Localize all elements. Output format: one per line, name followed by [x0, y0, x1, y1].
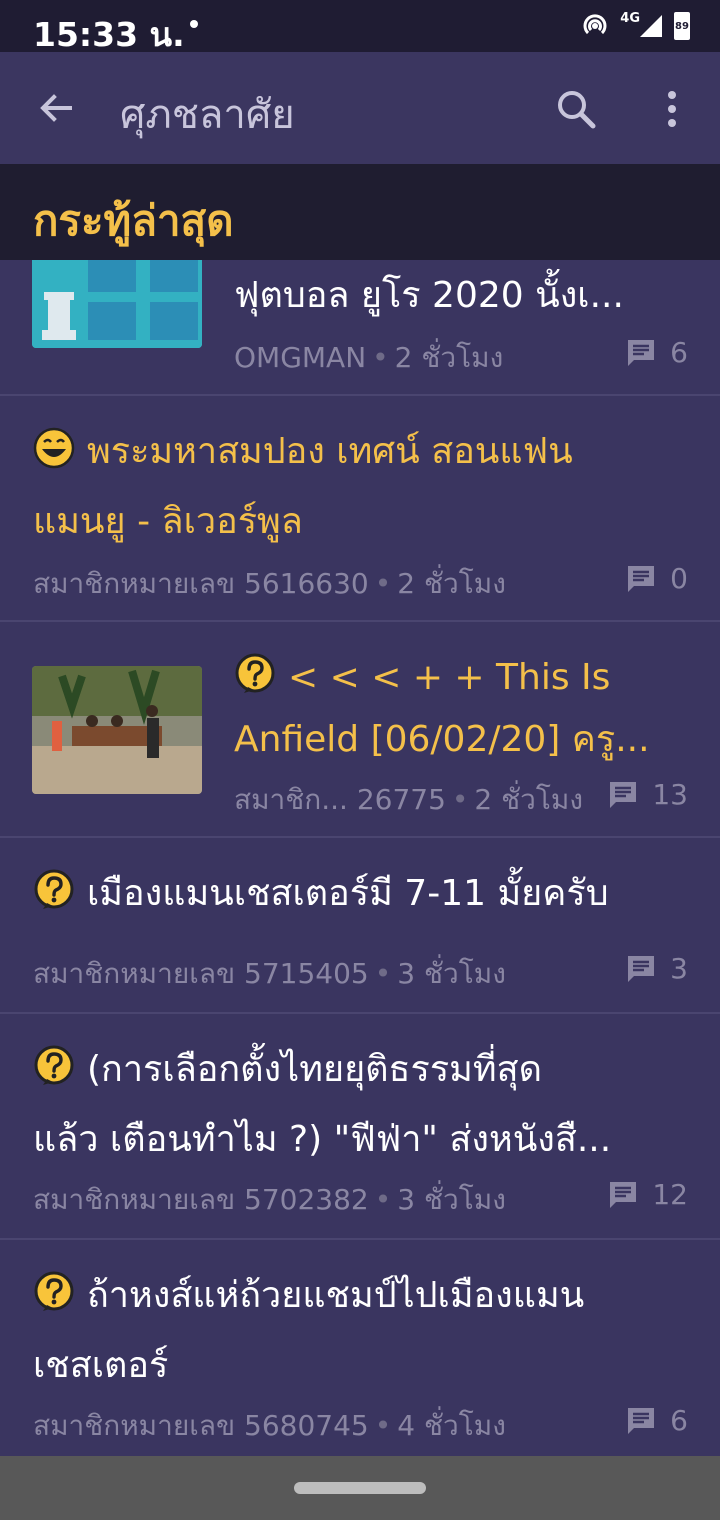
post-title-line2[interactable]: Anfield [06/02/20] ครู...	[234, 708, 684, 772]
app-bar: ศุภชลาศัย	[0, 52, 720, 164]
battery-level: 89	[675, 20, 689, 32]
comment-count: 0	[626, 562, 688, 595]
question-icon	[235, 653, 275, 693]
comment-count-value: 13	[652, 778, 688, 811]
comment-icon	[610, 781, 637, 808]
navigation-bar	[0, 1456, 720, 1520]
post-title[interactable]: เมืองแมนเชสเตอร์มี 7-11 มั้ยครับ	[33, 862, 693, 926]
anfield-photo-image	[32, 666, 202, 794]
post-author[interactable]: สมาชิกหมายเลข 5715405	[33, 957, 369, 990]
post-title-line1: ถ้าหงส์แห่ถ้วยแชมป์ไปเมืองแมน	[87, 1275, 585, 1316]
post-meta: สมาชิก... 26775 • 2 ชั่วโมง	[234, 783, 584, 816]
post-time: 2 ชั่วโมง	[397, 567, 506, 600]
list-item[interactable]: (การเลือกตั้งไทยยุติธรรมที่สุด แล้ว เตือ…	[0, 1014, 720, 1240]
post-time: 3 ชั่วโมง	[397, 957, 506, 990]
post-title[interactable]: < < < + + This Is	[234, 646, 684, 710]
post-thumbnail	[32, 666, 202, 794]
comment-count-value: 12	[652, 1178, 688, 1211]
search-icon[interactable]	[555, 88, 597, 130]
comment-icon	[628, 955, 655, 982]
list-item[interactable]: < < < + + This Is Anfield [06/02/20] ครู…	[0, 622, 720, 838]
comment-icon	[628, 1407, 655, 1434]
comment-count: 6	[626, 336, 688, 369]
post-title[interactable]: ฟุตบอล ยูโร 2020 นั้งเ...	[234, 264, 674, 328]
comment-count-value: 3	[670, 952, 688, 985]
comment-count: 3	[626, 952, 688, 985]
post-title-line2[interactable]: แมนยู - ลิเวอร์พูล	[33, 490, 693, 554]
comment-icon	[628, 339, 655, 366]
more-options-icon[interactable]	[660, 88, 684, 130]
back-arrow-icon[interactable]	[36, 88, 76, 128]
status-icons: 4G 89	[580, 10, 690, 42]
post-title[interactable]: ถ้าหงส์แห่ถ้วยแชมป์ไปเมืองแมน	[33, 1264, 693, 1328]
question-icon	[34, 1045, 74, 1085]
post-time: 2 ชั่วโมง	[474, 783, 584, 816]
post-author[interactable]: OMGMAN	[234, 341, 366, 374]
page-title: ศุภชลาศัย	[120, 92, 295, 138]
post-meta: สมาชิกหมายเลข 5680745 • 4 ชั่วโมง	[33, 1409, 506, 1442]
network-type: 4G	[620, 10, 640, 26]
post-title-line1: เมืองแมนเชสเตอร์มี 7-11 มั้ยครับ	[87, 873, 609, 914]
post-list[interactable]: ฟุตบอล ยูโร 2020 นั้งเ... OMGMAN • 2 ชั่วโ…	[0, 260, 720, 1456]
section-header: กระทู้ล่าสุด	[0, 164, 720, 260]
post-time: 4 ชั่วโมง	[397, 1409, 506, 1442]
home-gesture-handle[interactable]	[294, 1482, 426, 1494]
post-title-line2[interactable]: แล้ว เตือนทำไม ?) "ฟีฟ่า" ส่งหนังสื...	[33, 1108, 693, 1172]
signal-icon	[640, 15, 662, 37]
comment-count: 6	[626, 1404, 688, 1437]
comment-icon	[610, 1181, 637, 1208]
comment-icon	[628, 565, 655, 592]
post-meta: สมาชิกหมายเลข 5616630 • 2 ชั่วโมง	[33, 567, 506, 600]
list-item[interactable]: พระมหาสมปอง เทศน์ สอนแฟน แมนยู - ลิเวอร์…	[0, 396, 720, 622]
battery-icon: 89	[674, 12, 690, 40]
post-author[interactable]: สมาชิก... 26775	[234, 783, 446, 816]
post-author[interactable]: สมาชิกหมายเลข 5702382	[33, 1183, 369, 1216]
comment-count-value: 6	[670, 336, 688, 369]
list-item[interactable]: ถ้าหงส์แห่ถ้วยแชมป์ไปเมืองแมน เชสเตอร์ ส…	[0, 1240, 720, 1456]
post-time: 3 ชั่วโมง	[397, 1183, 506, 1216]
comment-count: 13	[608, 778, 688, 811]
post-title[interactable]: (การเลือกตั้งไทยยุติธรรมที่สุด	[33, 1038, 693, 1102]
notification-dot	[190, 20, 198, 28]
post-time: 2 ชั่วโมง	[394, 341, 504, 374]
post-title[interactable]: พระมหาสมปอง เทศน์ สอนแฟน	[33, 420, 693, 484]
comment-count-value: 6	[670, 1404, 688, 1437]
post-title-line2[interactable]: เชสเตอร์	[33, 1334, 693, 1398]
post-title-line1: (การเลือกตั้งไทยยุติธรรมที่สุด	[87, 1049, 542, 1090]
post-title-line1: พระมหาสมปอง เทศน์ สอนแฟน	[87, 431, 573, 472]
status-bar: 15:33 น. 4G 89	[0, 0, 720, 54]
post-author[interactable]: สมาชิกหมายเลข 5680745	[33, 1409, 369, 1442]
post-meta: สมาชิกหมายเลข 5715405 • 3 ชั่วโมง	[33, 957, 506, 990]
section-title: กระทู้ล่าสุด	[33, 196, 234, 245]
post-author[interactable]: สมาชิกหมายเลข 5616630	[33, 567, 369, 600]
laugh-emoji-icon	[33, 427, 75, 469]
euro-draw-image	[32, 260, 202, 348]
post-thumbnail	[32, 260, 202, 348]
hotspot-icon	[583, 14, 607, 35]
list-item[interactable]: ฟุตบอล ยูโร 2020 นั้งเ... OMGMAN • 2 ชั่วโ…	[0, 260, 720, 396]
comment-count-value: 0	[670, 562, 688, 595]
post-title-line1: < < < + + This Is	[288, 657, 611, 698]
post-meta: สมาชิกหมายเลข 5702382 • 3 ชั่วโมง	[33, 1183, 506, 1216]
question-icon	[34, 869, 74, 909]
question-icon	[34, 1271, 74, 1311]
post-meta: OMGMAN • 2 ชั่วโมง	[234, 341, 504, 374]
list-item[interactable]: เมืองแมนเชสเตอร์มี 7-11 มั้ยครับ สมาชิกห…	[0, 838, 720, 1014]
comment-count: 12	[608, 1178, 688, 1211]
